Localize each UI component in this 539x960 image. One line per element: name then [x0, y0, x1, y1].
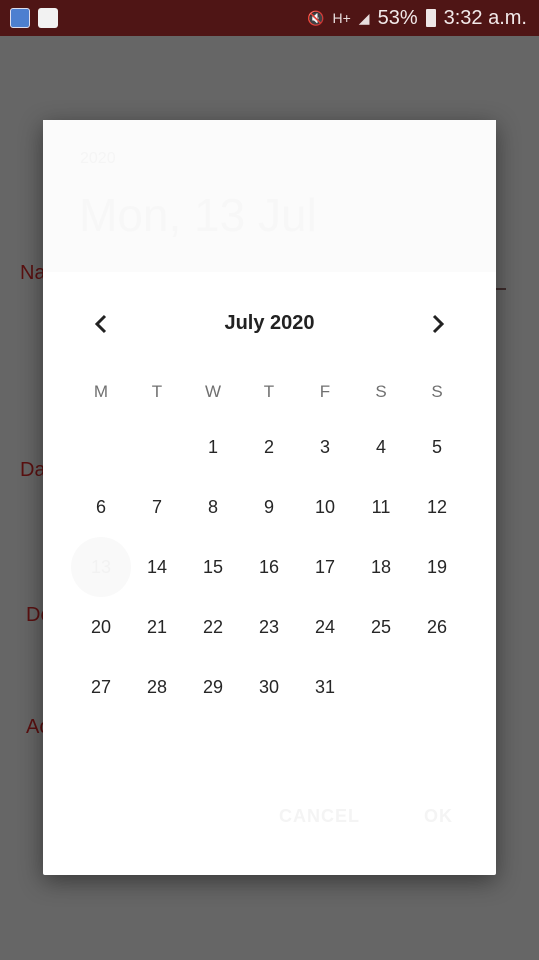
calendar-day-label: 28	[146, 676, 168, 697]
calendar-day-label: 17	[314, 556, 336, 577]
calendar-week-row: 6 7 8 9 10 11 12	[73, 479, 465, 535]
mute-icon: 🔇	[307, 9, 325, 26]
calendar-week-row: 13 14 15 16 17 18 19	[71, 537, 465, 597]
calendar-day-14[interactable]: 14	[129, 539, 185, 595]
clock: 3:32 a.m.	[443, 6, 527, 29]
calendar-day-26[interactable]: 26	[409, 599, 465, 655]
calendar-day-label: 5	[431, 436, 442, 457]
calendar-day-label: 2	[263, 436, 274, 457]
calendar-day-label: 19	[426, 556, 448, 577]
weekday-label: W	[204, 382, 222, 401]
calendar-day-label: 20	[90, 616, 112, 637]
weekday-label: M	[93, 382, 109, 401]
calendar-week-row: 27 28 29 30 31	[73, 659, 465, 715]
calendar-day-28[interactable]: 28	[129, 659, 185, 715]
calendar-day-label: 11	[371, 496, 391, 517]
calendar-day-9[interactable]: 9	[241, 479, 297, 535]
calendar-day-7[interactable]: 7	[129, 479, 185, 535]
calendar-day-10[interactable]: 10	[297, 479, 353, 535]
form-label-date: Da	[20, 459, 46, 481]
recycle-notification-icon	[38, 8, 58, 28]
calendar-day-15[interactable]: 15	[185, 539, 241, 595]
network-type: H+	[332, 10, 351, 26]
calendar-day-label: 30	[258, 676, 280, 697]
calendar-day-20[interactable]: 20	[73, 599, 129, 655]
status-bar: 🔇 H+ ◢ 53% 3:32 a.m.	[0, 0, 539, 36]
dialog-actions: CANCEL OK	[43, 798, 496, 838]
calendar-day-17[interactable]: 17	[297, 539, 353, 595]
weekday-header-row: M T W T F S S	[73, 382, 465, 402]
signal-icon: ◢	[358, 9, 370, 26]
calendar-day-3[interactable]: 3	[297, 419, 353, 475]
calendar-day-label: 31	[314, 676, 336, 697]
month-navigation: July 2020	[43, 303, 496, 343]
calendar-day-1[interactable]: 1	[185, 419, 241, 475]
ok-button[interactable]: OK	[424, 806, 453, 827]
calendar-day-label: 23	[258, 616, 280, 637]
calendar-day-label: 25	[370, 616, 392, 637]
app-notification-icon	[10, 8, 30, 28]
battery-icon	[425, 9, 436, 27]
calendar-day-label: 22	[202, 616, 224, 637]
calendar-day-31[interactable]: 31	[297, 659, 353, 715]
calendar-day-2[interactable]: 2	[241, 419, 297, 475]
calendar-day-label: 21	[146, 616, 168, 637]
date-picker-dialog: 2020 Mon, 13 Jul July 2020 M T W T F S S…	[43, 120, 496, 875]
calendar-week-row: 1 2 3 4 5	[73, 419, 465, 475]
calendar-day-12[interactable]: 12	[409, 479, 465, 535]
calendar-day-label: 24	[314, 616, 336, 637]
chevron-right-icon	[432, 314, 445, 334]
calendar-day-label: 4	[375, 436, 386, 457]
calendar-day-label: 1	[207, 436, 218, 457]
calendar-day-13[interactable]: 13	[71, 537, 131, 597]
calendar-day-5[interactable]: 5	[409, 419, 465, 475]
date-picker-header: 2020 Mon, 13 Jul	[43, 120, 496, 272]
form-label-name: Na	[20, 262, 46, 284]
calendar-day-27[interactable]: 27	[73, 659, 129, 715]
cancel-button[interactable]: CANCEL	[279, 806, 360, 827]
header-selected-date: Mon, 13 Jul	[79, 189, 317, 241]
weekday-label: S	[375, 382, 387, 401]
calendar-day-24[interactable]: 24	[297, 599, 353, 655]
calendar-day-label: 6	[95, 496, 106, 517]
calendar-day-19[interactable]: 19	[409, 539, 465, 595]
calendar-day-6[interactable]: 6	[73, 479, 129, 535]
calendar-day-16[interactable]: 16	[241, 539, 297, 595]
calendar-day-label: 12	[426, 496, 448, 517]
calendar-day-18[interactable]: 18	[353, 539, 409, 595]
calendar-day-label: 14	[146, 556, 168, 577]
calendar-day-label: 9	[263, 496, 274, 517]
battery-percent: 53%	[377, 6, 418, 29]
calendar-day-label: 8	[207, 496, 218, 517]
calendar-day-4[interactable]: 4	[353, 419, 409, 475]
calendar-day-label: 26	[426, 616, 448, 637]
calendar-day-21[interactable]: 21	[129, 599, 185, 655]
calendar-day-29[interactable]: 29	[185, 659, 241, 715]
calendar-day-label: 10	[314, 496, 336, 517]
calendar-day-label: 15	[202, 556, 224, 577]
calendar-day-30[interactable]: 30	[241, 659, 297, 715]
weekday-label: F	[319, 382, 331, 401]
calendar-day-label: 16	[258, 556, 280, 577]
calendar-day-25[interactable]: 25	[353, 599, 409, 655]
calendar-day-label: 27	[90, 676, 112, 697]
calendar-day-23[interactable]: 23	[241, 599, 297, 655]
weekday-label: S	[431, 382, 443, 401]
weekday-label: T	[263, 382, 275, 401]
calendar-day-label: 7	[151, 496, 162, 517]
calendar-day-8[interactable]: 8	[185, 479, 241, 535]
next-month-button[interactable]	[421, 307, 455, 341]
calendar-day-11[interactable]: 11	[353, 479, 409, 535]
calendar-day-label: 18	[370, 556, 392, 577]
calendar-day-label: 13	[90, 556, 112, 577]
calendar-day-label: 3	[319, 436, 330, 457]
calendar-week-row: 20 21 22 23 24 25 26	[73, 599, 465, 655]
calendar-day-label: 29	[202, 676, 224, 697]
weekday-label: T	[151, 382, 163, 401]
calendar-day-22[interactable]: 22	[185, 599, 241, 655]
header-year[interactable]: 2020	[80, 150, 116, 168]
